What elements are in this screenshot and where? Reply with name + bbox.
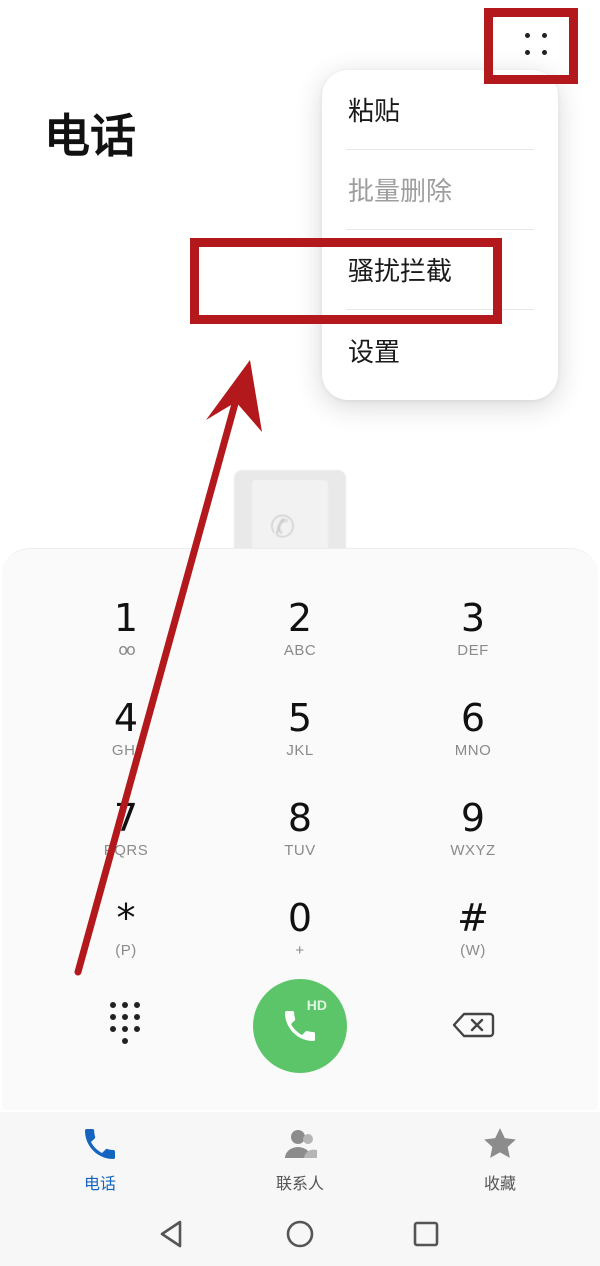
tab-phone[interactable]: 电话 (40, 1124, 160, 1202)
backspace-button[interactable] (450, 1008, 496, 1042)
bottom-tab-bar: 电话 联系人 收藏 (0, 1112, 600, 1204)
dial-key-2[interactable]: 2 ABC (230, 596, 370, 676)
star-icon (484, 1128, 516, 1158)
dial-key-6[interactable]: 6 MNO (403, 696, 543, 776)
dial-key-letters: ABC (283, 642, 317, 659)
tab-label: 收藏 (483, 1174, 516, 1193)
dial-key-digit: 3 (460, 596, 486, 640)
dial-key-star[interactable]: * (P) (56, 896, 196, 976)
recents-button[interactable] (406, 1214, 446, 1254)
home-button[interactable] (280, 1214, 320, 1254)
dial-key-letters: WXYZ (450, 842, 496, 859)
page-title: 电话 (44, 109, 136, 163)
dial-key-letters: GHI (111, 742, 141, 759)
dial-key-letters: + (295, 942, 305, 959)
dial-key-digit: * (116, 896, 136, 940)
dialpad-toggle-icon[interactable] (102, 1000, 148, 1046)
dial-key-8[interactable]: 8 TUV (230, 796, 370, 876)
dial-key-letters: (W) (460, 942, 486, 959)
phone-icon (85, 1129, 115, 1159)
recents-icon (413, 1221, 439, 1247)
voicemail-icon: ᴏᴏ (118, 640, 136, 659)
hd-badge: HD (306, 997, 327, 1013)
contacts-icon (285, 1130, 317, 1158)
dial-key-9[interactable]: 9 WXYZ (403, 796, 543, 876)
highlight-box-harassment-block (190, 238, 502, 324)
call-button[interactable]: HD (253, 979, 347, 1073)
dial-key-letters: MNO (454, 742, 492, 759)
tab-favorites[interactable]: 收藏 (440, 1124, 560, 1202)
dial-key-4[interactable]: 4 GHI (56, 696, 196, 776)
dial-key-digit: 2 (287, 596, 313, 640)
back-button[interactable] (152, 1214, 192, 1254)
dial-key-digit: 0 (287, 896, 313, 940)
backspace-icon (452, 1012, 495, 1038)
empty-call-log-illustration: ✆ (234, 470, 346, 550)
overflow-menu: 粘贴 批量删除 骚扰拦截 设置 (322, 70, 558, 400)
tab-label: 联系人 (275, 1174, 324, 1193)
dial-key-7[interactable]: 7 PQRS (56, 796, 196, 876)
dial-key-1[interactable]: 1 ᴏᴏ (56, 596, 196, 676)
dial-key-digit: # (457, 896, 489, 940)
dial-key-digit: 5 (287, 696, 313, 740)
dial-key-digit: 9 (460, 796, 486, 840)
dial-key-letters: (P) (115, 942, 137, 959)
dial-key-digit: 6 (460, 696, 486, 740)
dial-key-5[interactable]: 5 JKL (230, 696, 370, 776)
dial-key-hash[interactable]: # (W) (403, 896, 543, 976)
tab-contacts[interactable]: 联系人 (240, 1124, 360, 1202)
dial-key-digit: 7 (113, 796, 139, 840)
system-navigation-bar (0, 1204, 600, 1266)
home-icon (286, 1220, 314, 1248)
dial-key-digit: 1 (113, 596, 139, 640)
dial-key-0[interactable]: 0 + (230, 896, 370, 976)
highlight-box-more-button (484, 8, 578, 84)
dial-key-letters: DEF (457, 642, 489, 659)
tab-label: 电话 (83, 1174, 116, 1193)
dial-key-digit: 4 (113, 696, 139, 740)
dial-key-digit: 8 (287, 796, 313, 840)
menu-item-batch-delete[interactable]: 批量删除 (346, 150, 534, 230)
dial-key-letters: PQRS (103, 842, 149, 859)
dial-key-letters: TUV (284, 842, 316, 859)
back-icon (160, 1220, 182, 1248)
dial-key-3[interactable]: 3 DEF (403, 596, 543, 676)
dial-key-letters: JKL (286, 742, 314, 759)
